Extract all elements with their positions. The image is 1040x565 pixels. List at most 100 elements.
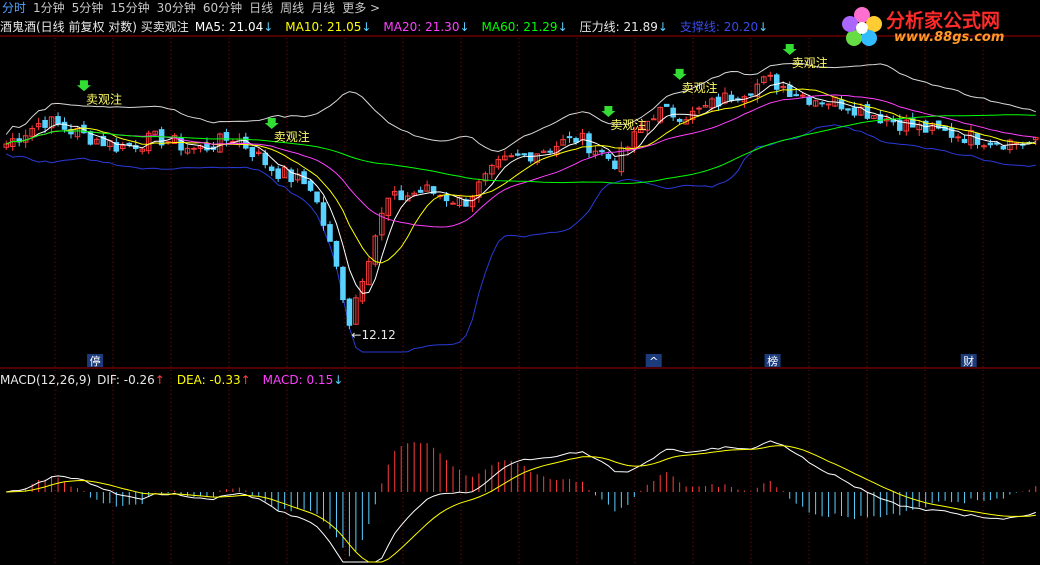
candle-body — [922, 120, 929, 133]
tab-60min[interactable]: 60分钟 — [201, 0, 247, 16]
support-line — [5, 124, 1036, 353]
down-arrow-icon: ↓ — [758, 20, 769, 34]
candle-body — [709, 98, 715, 109]
signal-label: 卖观注 — [86, 91, 122, 106]
candle-body — [126, 142, 133, 146]
candle-body — [1026, 141, 1033, 144]
candle-body — [748, 93, 754, 96]
candle-body — [35, 123, 42, 128]
dea-line — [6, 445, 1036, 563]
candle-body — [236, 138, 243, 145]
tab-daily[interactable]: 日线 — [247, 0, 278, 16]
ma20-line — [6, 94, 1036, 228]
period-tabs: 分时 1分钟 5分钟 15分钟 30分钟 60分钟 日线 周线 月线 更多 > — [0, 0, 385, 16]
candle-body — [566, 136, 573, 139]
candle-body — [974, 133, 981, 145]
candle-body — [379, 212, 385, 236]
candle-body — [657, 107, 663, 123]
signal-label: 卖观注 — [610, 117, 646, 132]
candle-body — [981, 145, 987, 148]
dea-value: DEA: -0.33↑ — [176, 373, 251, 387]
candle-body — [864, 104, 871, 119]
candle-body — [152, 130, 158, 135]
candle-body — [540, 150, 547, 153]
candle-body — [443, 194, 450, 202]
candle-body — [1013, 142, 1020, 145]
tab-intraday[interactable]: 分时 — [0, 0, 31, 16]
signal-label: 卖观注 — [274, 129, 310, 144]
candle-body — [812, 100, 819, 107]
price-legend: 酒鬼酒(日线 前复权 对数) 买卖观注 MA5: 21.04↓ MA10: 21… — [0, 19, 780, 35]
tab-5min[interactable]: 5分钟 — [70, 0, 109, 16]
candle-body — [314, 191, 320, 203]
candle-body — [1020, 143, 1026, 146]
candle-body — [663, 103, 670, 107]
candle-body — [955, 136, 961, 139]
candle-body — [935, 120, 942, 129]
candle-body — [819, 102, 825, 105]
candle-body — [340, 266, 346, 301]
candle-body — [508, 155, 515, 158]
stock-chart[interactable]: 卖观注卖观注卖观注卖观注卖观注←12.12停 ^ 榜财 — [0, 0, 1040, 565]
candle-body — [696, 107, 702, 110]
signal-down-arrow — [601, 105, 616, 117]
candle-body — [411, 192, 417, 196]
tab-15min[interactable]: 15分钟 — [108, 0, 154, 16]
candle-body — [767, 74, 774, 77]
tab-weekly[interactable]: 周线 — [278, 0, 309, 16]
flower-logo-icon — [842, 7, 882, 46]
candle-body — [676, 118, 683, 122]
signal-markers: 卖观注卖观注卖观注卖观注卖观注←12.12停 ^ 榜财 — [76, 44, 977, 368]
pressure-value: 压力线: 21.89↓ — [579, 20, 668, 34]
candle-body — [689, 110, 696, 120]
candle-body — [262, 152, 269, 166]
candle-body — [553, 145, 560, 156]
tab-monthly[interactable]: 月线 — [309, 0, 340, 16]
candle-body — [184, 147, 191, 154]
candlesticks — [3, 71, 1039, 330]
candle-body — [404, 195, 411, 202]
tab-30min[interactable]: 30分钟 — [155, 0, 201, 16]
candle-body — [586, 133, 592, 154]
candle-body — [1007, 139, 1013, 151]
candle-body — [670, 107, 676, 118]
logo-name: 分析家公式网 — [886, 10, 1001, 32]
tab-more[interactable]: 更多 > — [340, 0, 385, 16]
candle-body — [55, 116, 61, 125]
candle-body — [275, 168, 281, 179]
bollinger-bands — [5, 62, 1036, 353]
candle-body — [3, 143, 10, 148]
candle-body — [987, 142, 994, 146]
candle-body — [1000, 145, 1007, 150]
candle-body — [994, 142, 1000, 145]
candle-body — [74, 127, 81, 138]
candle-body — [851, 107, 858, 116]
tab-1min[interactable]: 1分钟 — [31, 0, 70, 16]
candle-body — [942, 125, 948, 131]
candle-body — [113, 141, 120, 152]
candle-body — [81, 124, 87, 134]
candle-body — [650, 118, 657, 121]
candle-body — [281, 167, 288, 179]
candle-body — [320, 202, 327, 226]
candle-body — [42, 119, 48, 128]
candle-body — [450, 202, 456, 205]
support-value: 支撑线: 20.20↓ — [679, 20, 769, 34]
down-arrow-icon: ↓ — [263, 20, 274, 34]
candle-body — [191, 147, 197, 150]
moving-averages — [6, 81, 1036, 294]
candle-body — [482, 173, 489, 182]
candle-body — [916, 123, 922, 131]
candle-body — [799, 94, 806, 97]
candle-body — [456, 196, 463, 207]
candle-body — [29, 128, 35, 137]
dif-line — [6, 440, 1036, 563]
up-arrow-icon: ↑ — [240, 373, 251, 387]
macd-title: MACD(12,26,9) — [0, 373, 92, 387]
site-logo[interactable]: 分析家公式网 www.88gs.com — [838, 4, 1034, 50]
candle-body — [761, 76, 767, 83]
candle-body — [48, 116, 55, 129]
candle-body — [16, 138, 22, 143]
down-arrow-icon: ↓ — [657, 20, 668, 34]
candle-body — [806, 96, 812, 105]
